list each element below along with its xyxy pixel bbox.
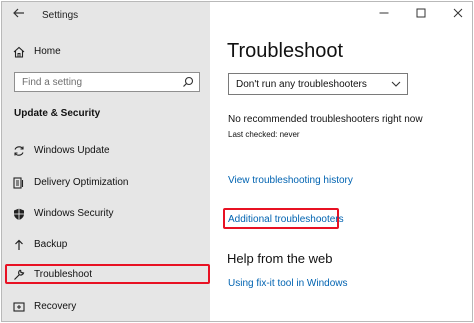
sidebar-item-backup[interactable]: Backup [2,234,210,256]
sidebar-item-label: Recovery [34,301,77,312]
shield-icon [14,208,24,220]
sidebar-item-delivery-optimization[interactable]: Delivery Optimization [2,172,210,194]
additional-troubleshooters-link[interactable]: Additional troubleshooters [228,214,344,225]
search-icon [183,76,194,87]
sidebar-item-troubleshoot[interactable]: Troubleshoot [2,264,210,286]
search-input[interactable]: Find a setting [14,72,200,92]
window-caption-buttons [362,2,472,24]
section-title: Update & Security [14,108,101,119]
chevron-down-icon [391,81,401,87]
sidebar-item-label: Windows Update [34,145,110,156]
search-placeholder: Find a setting [22,77,83,88]
sync-icon [14,146,24,156]
troubleshoot-preference-dropdown[interactable]: Don't run any troubleshooters [228,73,408,95]
help-section-title: Help from the web [227,251,333,266]
fix-it-tool-link[interactable]: Using fix-it tool in Windows [228,278,347,289]
sidebar-item-label: Troubleshoot [34,269,92,280]
delivery-optimization-icon [13,177,24,189]
last-checked-text: Last checked: never [228,130,300,139]
sidebar-item-recovery[interactable]: Recovery [2,296,210,318]
sidebar: Settings Home Find a setting Update & Se… [2,2,210,321]
main-pane: Troubleshoot Don't run any troubleshoote… [210,2,472,321]
close-icon[interactable] [452,7,464,19]
sidebar-item-home[interactable]: Home [2,41,210,63]
sidebar-item-windows-security[interactable]: Windows Security [2,203,210,225]
minimize-icon[interactable] [378,7,390,19]
backup-arrow-icon [15,239,23,250]
back-arrow-icon[interactable] [12,6,26,20]
sidebar-item-label: Home [34,46,61,57]
home-icon [13,46,25,58]
settings-window: Settings Home Find a setting Update & Se… [1,1,473,322]
page-title: Troubleshoot [227,40,343,62]
recovery-icon [13,302,25,312]
sidebar-item-windows-update[interactable]: Windows Update [2,140,210,162]
app-title: Settings [42,10,79,21]
status-text: No recommended troubleshooters right now [228,114,423,125]
dropdown-value: Don't run any troubleshooters [236,79,367,90]
view-history-link[interactable]: View troubleshooting history [228,175,353,186]
sidebar-item-label: Windows Security [34,208,114,219]
sidebar-item-label: Backup [34,239,68,250]
sidebar-item-label: Delivery Optimization [34,177,129,188]
wrench-icon [14,269,25,280]
maximize-icon[interactable] [415,7,427,19]
